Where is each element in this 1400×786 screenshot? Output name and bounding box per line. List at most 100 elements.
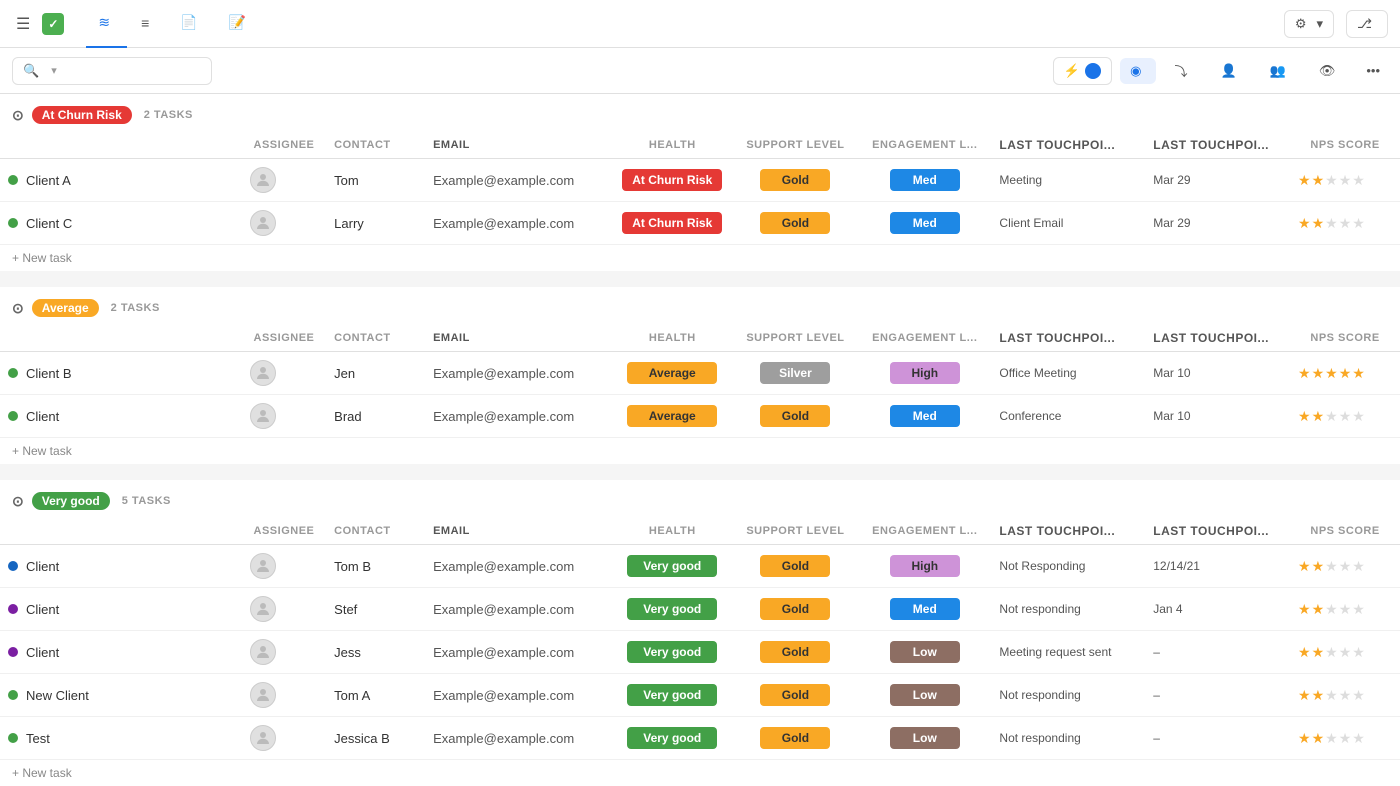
support-badge: Gold [760,641,830,663]
new-task-button[interactable]: + New task [0,760,1400,786]
tab-renewal[interactable]: ≡ [129,0,166,48]
star-empty-icon: ★ [1339,408,1352,425]
star-empty-icon: ★ [1352,215,1365,232]
health-cell: At Churn Risk [612,202,733,245]
nps-cell: ★★★★★ [1290,352,1400,395]
new-task-button[interactable]: + New task [0,438,1400,464]
col-header-touchpoint1: LAST TOUCHPOI... [991,132,1145,159]
star-empty-icon: ★ [1352,730,1365,747]
engagement-cell: Low [858,631,991,674]
section-chevron-icon[interactable]: ⊙ [12,107,24,124]
star-rating: ★★★★★ [1298,558,1392,575]
section-chevron-icon[interactable]: ⊙ [12,300,24,317]
star-full-icon: ★ [1312,365,1325,382]
automate-button[interactable]: ⚙ ▾ [1284,10,1334,38]
nps-cell: ★★★★★ [1290,202,1400,245]
health-badge: At Churn Risk [622,169,722,191]
star-rating: ★★★★★ [1298,687,1392,704]
health-badge: Average [627,405,717,427]
engagement-badge: Med [890,598,960,620]
new-task-row: + New task [0,760,1400,786]
health-badge: Average [627,362,717,384]
show-icon: 👁 [1319,63,1336,79]
share-button[interactable]: ⎇ [1346,10,1388,38]
star-full-icon: ★ [1325,365,1338,382]
health-badge: Very good [627,555,717,577]
star-empty-icon: ★ [1339,215,1352,232]
star-full-icon: ★ [1298,558,1311,575]
task-name-cell: Client [0,545,242,588]
star-rating: ★★★★★ [1298,601,1392,618]
toolbar-right: ⚡ ◉ ⤵ 👤 👥 👁 ••• [1053,56,1388,85]
star-empty-icon: ★ [1325,644,1338,661]
engagement-cell: Med [858,588,991,631]
touchpoint2-cell: Jan 4 [1145,588,1290,631]
me-button[interactable]: 👤 [1210,58,1251,84]
table-row[interactable]: Client Brad Example@example.com Average … [0,395,1400,438]
new-task-button[interactable]: + New task [0,245,1400,271]
star-empty-icon: ★ [1352,601,1365,618]
engagement-cell: Med [858,202,991,245]
add-view-button[interactable] [265,18,285,30]
table-row[interactable]: Client B Jen Example@example.com Average… [0,352,1400,395]
col-header-touchpoint2: LAST TOUCHPOI... [1145,132,1290,159]
table-row[interactable]: Client Jess Example@example.com Very goo… [0,631,1400,674]
hamburger-icon[interactable]: ☰ [12,10,34,38]
engagement-cell: High [858,352,991,395]
contact-cell: Brad [326,395,425,438]
star-empty-icon: ★ [1325,601,1338,618]
show-button[interactable]: 👁 [1309,58,1351,84]
task-name-cell: Client A [0,159,242,202]
email-cell: Example@example.com [425,159,612,202]
task-name-label: New Client [26,688,89,703]
contact-cell: Larry [326,202,425,245]
star-empty-icon: ★ [1339,558,1352,575]
table-row[interactable]: Client A Tom Example@example.com At Chur… [0,159,1400,202]
table-row[interactable]: Client Tom B Example@example.com Very go… [0,545,1400,588]
table-row[interactable]: New Client Tom A Example@example.com Ver… [0,674,1400,717]
nav-right: ⚙ ▾ ⎇ [1284,10,1388,38]
support-badge: Gold [760,727,830,749]
section-header: ⊙ Average 2 TASKS [0,287,1400,325]
star-rating: ★★★★★ [1298,365,1392,382]
support-badge: Gold [760,555,830,577]
avatar [250,682,276,708]
star-full-icon: ★ [1312,408,1325,425]
nps-cell: ★★★★★ [1290,588,1400,631]
table-row[interactable]: Client C Larry Example@example.com At Ch… [0,202,1400,245]
search-box[interactable]: 🔍 ▾ [12,57,212,85]
engagement-badge: Low [890,641,960,663]
health-badge: Very good [627,684,717,706]
tab-feedback[interactable]: 📝 [217,0,263,48]
email-cell: Example@example.com [425,202,612,245]
contact-cell: Jen [326,352,425,395]
avatar [250,360,276,386]
more-options-button[interactable]: ••• [1358,58,1388,83]
group-by-button[interactable]: ◉ [1120,58,1156,84]
touchpoint2-cell: – [1145,674,1290,717]
assignee-cell [242,717,326,760]
table-row[interactable]: Client Stef Example@example.com Very goo… [0,588,1400,631]
subtasks-button[interactable]: ⤵ [1164,56,1202,85]
assignees-button[interactable]: 👥 [1260,58,1301,84]
assignee-cell [242,674,326,717]
tab-playbook[interactable]: 📄 [168,0,214,48]
assignee-cell [242,202,326,245]
health-cell: Average [612,352,733,395]
col-header-engagement: ENGAGEMENT L... [858,518,991,545]
touchpoint2-cell: Mar 29 [1145,159,1290,202]
touchpoint2-cell: Mar 10 [1145,352,1290,395]
star-empty-icon: ★ [1325,558,1338,575]
task-name-label: Client B [26,366,72,381]
table-row[interactable]: Test Jessica B Example@example.com Very … [0,717,1400,760]
touchpoint1-cell: Not responding [991,588,1145,631]
filter-button[interactable]: ⚡ [1053,57,1112,85]
contact-cell: Tom A [326,674,425,717]
col-header-contact: CONTACT [326,132,425,159]
support-badge: Silver [760,362,830,384]
touchpoint2-cell: Mar 10 [1145,395,1290,438]
avatar [250,725,276,751]
engagement-badge: Low [890,684,960,706]
tab-engagement[interactable]: ≋ [86,0,127,48]
section-chevron-icon[interactable]: ⊙ [12,493,24,510]
